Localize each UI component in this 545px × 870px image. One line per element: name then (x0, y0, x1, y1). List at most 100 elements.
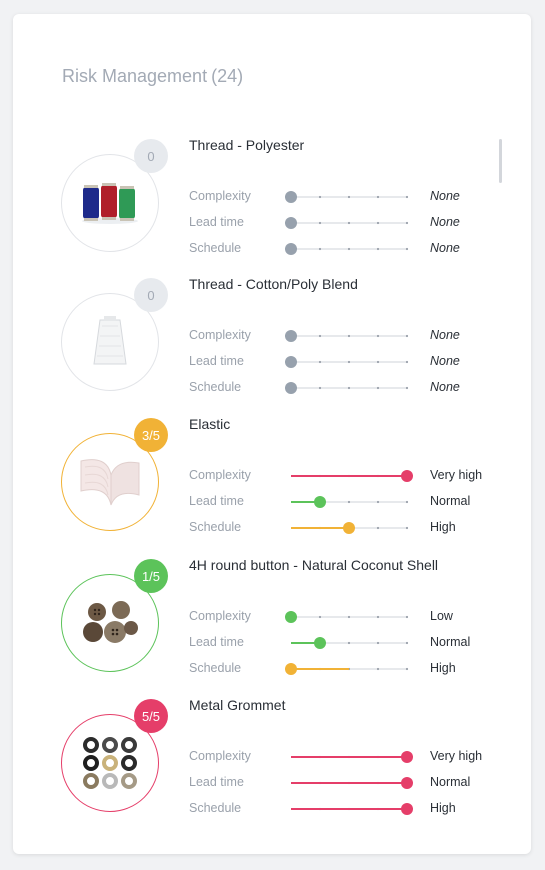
slider-tick (405, 641, 409, 645)
slider-knob[interactable] (314, 637, 326, 649)
slider-tick (376, 360, 380, 364)
slider-tick (405, 615, 409, 619)
risk-row-label: Schedule (189, 801, 242, 815)
risk-row-label: Lead time (189, 354, 244, 368)
slider-tick (376, 334, 380, 338)
slider-tick (405, 500, 409, 504)
risk-row-value: None (430, 215, 460, 229)
risk-row-value: Normal (430, 494, 471, 508)
slider-knob[interactable] (401, 751, 413, 763)
risk-row-lead-time: Lead time None (189, 213, 509, 233)
risk-slider[interactable] (285, 773, 415, 793)
risk-row-label: Schedule (189, 520, 242, 534)
risk-slider[interactable] (285, 378, 415, 398)
elastic-band-icon (80, 459, 140, 506)
slider-knob[interactable] (285, 191, 297, 203)
slider-knob[interactable] (343, 522, 355, 534)
item-name[interactable]: Metal Grommet (189, 697, 285, 713)
risk-row-value: Very high (430, 468, 483, 482)
risk-row-value: None (430, 380, 460, 394)
risk-row-value: Normal (430, 635, 471, 649)
risk-row-value: Normal (430, 775, 471, 789)
risk-row-value: High (430, 661, 456, 675)
slider-tick (405, 195, 409, 199)
risk-score-badge: 3/5 (134, 418, 168, 452)
risk-score-badge: 5/5 (134, 699, 168, 733)
risk-slider[interactable] (285, 239, 415, 259)
slider-tick (376, 615, 380, 619)
slider-tick (318, 195, 322, 199)
risk-score-badge: 0 (134, 139, 168, 173)
thread-cone-icon (93, 316, 127, 365)
risk-slider[interactable] (285, 747, 415, 767)
thread-spools-icon (82, 183, 138, 224)
risk-item[interactable]: 0 Thread - Polyester Complexity None Lea… (61, 137, 511, 255)
slider-tick (376, 641, 380, 645)
risk-row-schedule: Schedule None (189, 378, 509, 398)
risk-row-lead-time: Lead time Normal (189, 633, 509, 653)
risk-item[interactable]: 3/5 Elastic Complexity Very high Lead ti… (61, 416, 511, 534)
slider-tick (347, 360, 351, 364)
risk-slider[interactable] (285, 352, 415, 372)
risk-row-complexity: Complexity Very high (189, 466, 509, 486)
risk-slider[interactable] (285, 326, 415, 346)
slider-tick (347, 500, 351, 504)
risk-management-card: Risk Management (24) 0 Thread - Polyester… (13, 14, 531, 854)
slider-tick (405, 360, 409, 364)
slider-tick (376, 667, 380, 671)
risk-slider[interactable] (285, 607, 415, 627)
risk-row-complexity: Complexity Very high (189, 747, 509, 767)
risk-row-label: Complexity (189, 328, 251, 342)
risk-row-lead-time: Lead time Normal (189, 773, 509, 793)
risk-slider[interactable] (285, 518, 415, 538)
risk-slider[interactable] (285, 492, 415, 512)
risk-row-label: Lead time (189, 215, 244, 229)
slider-knob[interactable] (285, 356, 297, 368)
risk-slider[interactable] (285, 213, 415, 233)
slider-tick (318, 247, 322, 251)
risk-row-label: Schedule (189, 380, 242, 394)
risk-row-complexity: Complexity None (189, 187, 509, 207)
risk-row-value: High (430, 520, 456, 534)
item-name[interactable]: Thread - Polyester (189, 137, 304, 153)
slider-knob[interactable] (285, 382, 297, 394)
risk-row-label: Lead time (189, 775, 244, 789)
slider-tick (376, 221, 380, 225)
slider-knob[interactable] (285, 243, 297, 255)
risk-item[interactable]: 5/5 Metal Grommet Complexity Very high L… (61, 697, 511, 815)
slider-knob[interactable] (401, 803, 413, 815)
slider-knob[interactable] (285, 611, 297, 623)
risk-item[interactable]: 0 Thread - Cotton/Poly Blend Complexity … (61, 276, 511, 394)
risk-row-value: None (430, 354, 460, 368)
item-name[interactable]: Elastic (189, 416, 230, 432)
risk-row-value: None (430, 328, 460, 342)
slider-tick (347, 247, 351, 251)
risk-score-badge: 0 (134, 278, 168, 312)
slider-knob[interactable] (285, 330, 297, 342)
risk-row-label: Schedule (189, 241, 242, 255)
risk-row-value: High (430, 801, 456, 815)
risk-item[interactable]: 1/5 4H round button - Natural Coconut Sh… (61, 557, 511, 675)
slider-tick (405, 386, 409, 390)
risk-slider[interactable] (285, 659, 415, 679)
slider-knob[interactable] (285, 217, 297, 229)
risk-row-schedule: Schedule High (189, 659, 509, 679)
risk-row-label: Lead time (189, 494, 244, 508)
item-name[interactable]: 4H round button - Natural Coconut Shell (189, 557, 438, 573)
risk-slider[interactable] (285, 633, 415, 653)
risk-row-label: Complexity (189, 749, 251, 763)
slider-tick (318, 360, 322, 364)
risk-row-label: Complexity (189, 468, 251, 482)
slider-knob[interactable] (314, 496, 326, 508)
risk-slider[interactable] (285, 187, 415, 207)
slider-tick (376, 195, 380, 199)
slider-knob[interactable] (285, 663, 297, 675)
slider-tick (405, 526, 409, 530)
item-name[interactable]: Thread - Cotton/Poly Blend (189, 276, 358, 292)
slider-knob[interactable] (401, 777, 413, 789)
slider-tick (376, 247, 380, 251)
risk-slider[interactable] (285, 466, 415, 486)
risk-slider[interactable] (285, 799, 415, 819)
risk-row-label: Schedule (189, 661, 242, 675)
slider-knob[interactable] (401, 470, 413, 482)
